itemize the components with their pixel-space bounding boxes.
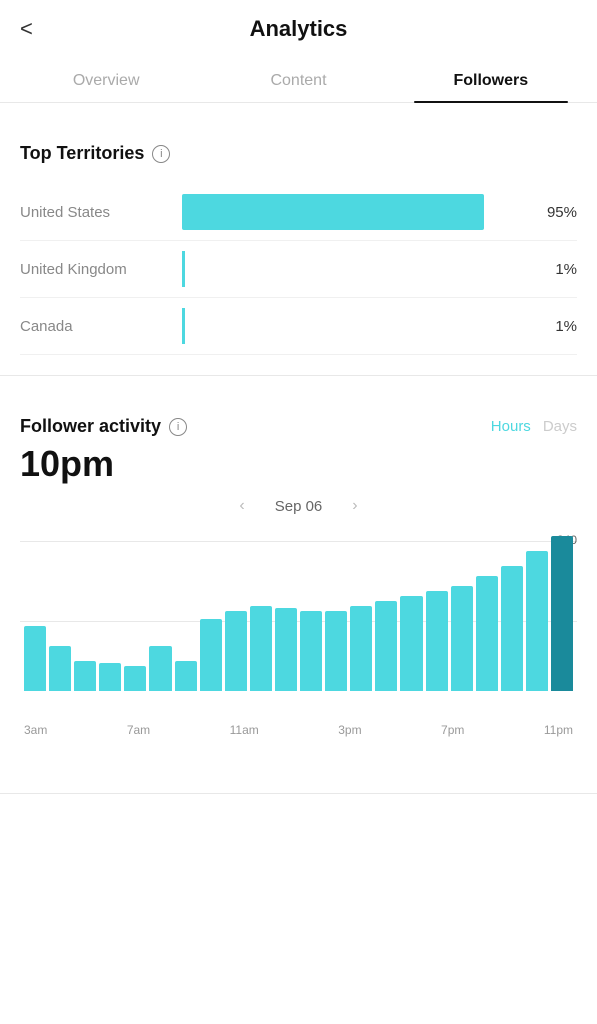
toggle-hours[interactable]: Hours [491,418,531,435]
section-title-territories: Top Territories [20,143,144,164]
follower-activity-section: Follower activity i Hours Days 10pm ‹ Se… [0,396,597,777]
territory-row-canada: Canada 1% [20,298,577,355]
territory-bar-us [182,194,525,230]
chart-bar-21 [551,536,573,691]
activity-header: Follower activity i Hours Days [20,416,577,437]
chart-bar-1 [49,646,71,691]
chart-bar-8 [225,611,247,691]
page-title: Analytics [250,16,348,42]
header: < Analytics [0,0,597,58]
territory-pct-canada: 1% [537,318,577,335]
chart-bar-7 [200,619,222,691]
next-date-button[interactable]: › [352,497,357,515]
chart-bar-2 [74,661,96,691]
territory-bar-canada [182,308,525,344]
chart-bar-14 [375,601,397,691]
chart-bar-10 [275,608,297,691]
tab-bar: Overview Content Followers [0,58,597,103]
x-label-7am: 7am [127,723,150,737]
chart-bar-6 [175,661,197,691]
chart-bar-11 [300,611,322,691]
x-label-7pm: 7pm [441,723,464,737]
chart-bar-18 [476,576,498,691]
chart-bar-19 [501,566,523,691]
tab-followers[interactable]: Followers [395,58,587,102]
territory-pct-uk: 1% [537,261,577,278]
chart-bar-20 [526,551,548,691]
date-label: Sep 06 [275,498,323,515]
x-axis: 3am 7am 11am 3pm 7pm 11pm [20,717,577,737]
chart-bar-15 [400,596,422,691]
peak-time: 10pm [20,443,577,485]
chart-bar-4 [124,666,146,691]
chart-bar-13 [350,606,372,691]
bottom-divider [0,793,597,794]
territory-name-uk: United Kingdom [20,261,170,278]
territory-row-uk: United Kingdom 1% [20,241,577,298]
top-territories-section: Top Territories i United States 95% Unit… [0,123,597,355]
territories-info-icon[interactable]: i [152,145,170,163]
chart-bar-3 [99,663,121,691]
x-label-3am: 3am [24,723,47,737]
x-label-11pm: 11pm [544,723,573,737]
chart-bar-5 [149,646,171,691]
section-title-activity: Follower activity [20,416,161,437]
territory-bar-uk [182,251,525,287]
chart-bars [20,531,577,691]
activity-header-left: Follower activity i [20,416,187,437]
chart-bar-9 [250,606,272,691]
section-header-territories: Top Territories i [20,143,577,164]
activity-info-icon[interactable]: i [169,418,187,436]
chart-bar-16 [426,591,448,691]
tab-overview[interactable]: Overview [10,58,202,102]
chart-bar-0 [24,626,46,691]
x-label-3pm: 3pm [338,723,361,737]
tab-content[interactable]: Content [202,58,394,102]
date-navigation: ‹ Sep 06 › [20,497,577,515]
chart-bar-17 [451,586,473,691]
territory-name-canada: Canada [20,318,170,335]
toggle-days[interactable]: Days [543,418,577,435]
activity-chart: 340 3am 7am 11am 3pm 7pm 11pm [20,531,577,777]
territory-pct-us: 95% [537,204,577,221]
activity-toggle: Hours Days [491,418,577,435]
territory-row-us: United States 95% [20,184,577,241]
territory-name-us: United States [20,204,170,221]
x-label-11am: 11am [230,723,259,737]
back-button[interactable]: < [20,16,33,42]
prev-date-button[interactable]: ‹ [239,497,244,515]
chart-bar-12 [325,611,347,691]
